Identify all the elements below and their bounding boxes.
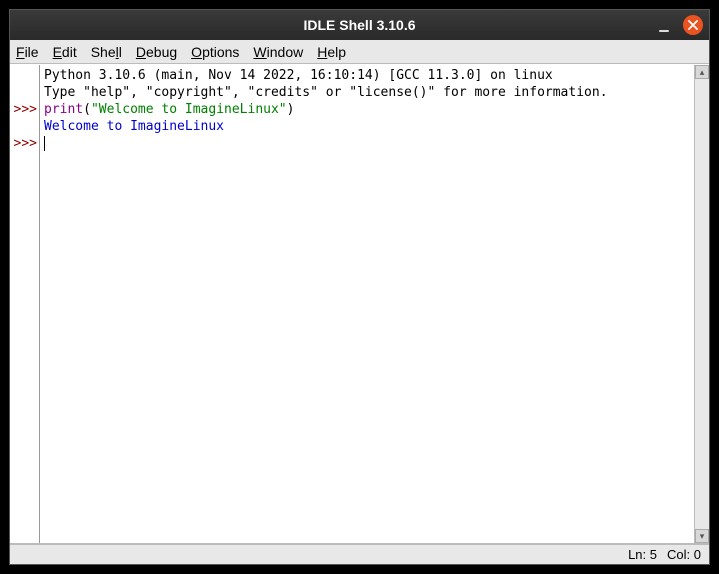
scroll-down-button[interactable]: ▾	[695, 529, 709, 543]
menu-window[interactable]: Window	[253, 44, 303, 60]
menu-options[interactable]: Options	[191, 44, 239, 60]
menu-debug[interactable]: Debug	[136, 44, 177, 60]
gutter-line	[10, 67, 39, 84]
menu-file[interactable]: File	[16, 44, 39, 60]
paren-token: (	[83, 102, 91, 117]
banner-line: Type "help", "copyright", "credits" or "…	[44, 85, 608, 100]
idle-window: IDLE Shell 3.10.6 File Edit Shell Debug …	[9, 9, 710, 565]
window-title: IDLE Shell 3.10.6	[10, 17, 709, 33]
status-line: Ln: 5	[628, 547, 657, 562]
col-value: 0	[694, 547, 701, 562]
string-token: "Welcome to ImagineLinux"	[91, 102, 287, 117]
close-button[interactable]	[683, 15, 703, 35]
prompt-gutter: >>> >>>	[10, 65, 40, 543]
titlebar: IDLE Shell 3.10.6	[10, 10, 709, 40]
shell-editor[interactable]: Python 3.10.6 (main, Nov 14 2022, 16:10:…	[40, 65, 694, 543]
scroll-track[interactable]	[695, 79, 709, 529]
menu-shell[interactable]: Shell	[91, 44, 122, 60]
banner-line: Python 3.10.6 (main, Nov 14 2022, 16:10:…	[44, 68, 553, 83]
prompt: >>>	[10, 101, 39, 118]
menu-edit[interactable]: Edit	[53, 44, 77, 60]
prompt: >>>	[10, 135, 39, 152]
keyword-token: print	[44, 102, 83, 117]
minimize-button[interactable]	[655, 16, 673, 34]
ln-value: 5	[650, 547, 657, 562]
close-icon	[688, 20, 698, 30]
window-controls	[655, 15, 703, 35]
menubar: File Edit Shell Debug Options Window Hel…	[10, 40, 709, 64]
col-label: Col:	[667, 547, 690, 562]
scroll-up-button[interactable]: ▴	[695, 65, 709, 79]
ln-label: Ln:	[628, 547, 646, 562]
gutter-line	[10, 118, 39, 135]
gutter-line	[10, 84, 39, 101]
text-cursor	[44, 136, 45, 151]
shell-content: >>> >>> Python 3.10.6 (main, Nov 14 2022…	[10, 64, 709, 544]
statusbar: Ln: 5 Col: 0	[10, 544, 709, 564]
menu-help[interactable]: Help	[317, 44, 346, 60]
output-line: Welcome to ImagineLinux	[44, 119, 224, 134]
status-col: Col: 0	[667, 547, 701, 562]
paren-token: )	[287, 102, 295, 117]
vertical-scrollbar[interactable]: ▴ ▾	[694, 65, 709, 543]
